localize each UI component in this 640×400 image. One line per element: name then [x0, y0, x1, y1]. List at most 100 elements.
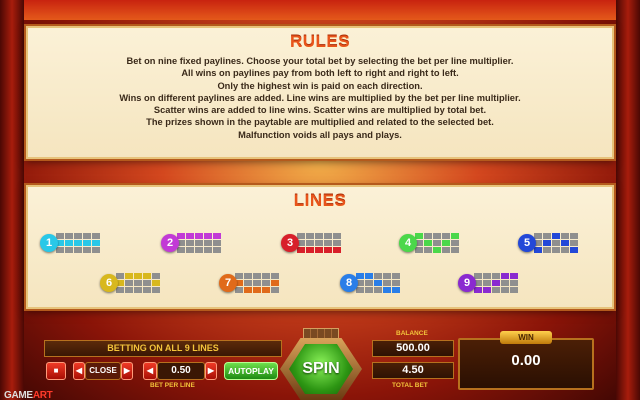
payline-cell — [186, 233, 194, 239]
payline-cell — [271, 273, 279, 279]
payline-cell — [271, 280, 279, 286]
payline-cell — [213, 233, 221, 239]
payline-cell — [315, 247, 323, 253]
payline-cell — [152, 287, 160, 293]
payline-7: 7 — [219, 273, 305, 295]
payline-cell — [56, 233, 64, 239]
payline-diagram — [177, 233, 221, 253]
payline-cell — [244, 287, 252, 293]
payline-cell — [134, 273, 142, 279]
payline-cell — [374, 273, 382, 279]
rule-line: Wins on different paylines are added. Li… — [119, 92, 521, 103]
payline-4: 4 — [399, 233, 485, 255]
payline-cell — [74, 240, 82, 246]
payline-cell — [253, 280, 261, 286]
payline-cell — [235, 287, 243, 293]
logo-text-b: ART — [32, 390, 53, 400]
payline-diagram — [116, 273, 160, 293]
payline-cell — [204, 240, 212, 246]
payline-cell — [392, 280, 400, 286]
payline-cell — [152, 273, 160, 279]
rule-line: The prizes shown in the paytable are mul… — [146, 117, 494, 128]
payline-number-badge: 3 — [281, 234, 299, 252]
payline-cell — [570, 247, 578, 253]
payline-number-badge: 9 — [458, 274, 476, 292]
payline-cell — [451, 233, 459, 239]
payline-diagram — [356, 273, 400, 293]
bet-increase-button[interactable]: ▶ — [205, 362, 217, 380]
stop-icon: ■ — [53, 366, 59, 375]
payline-cell — [204, 247, 212, 253]
payline-cell — [65, 240, 73, 246]
payline-cell — [186, 247, 194, 253]
payline-cell — [92, 247, 100, 253]
rules-panel: RULES Bet on nine fixed paylines. Choose… — [26, 26, 614, 159]
bet-decrease-button[interactable]: ◀ — [143, 362, 157, 380]
payline-cell — [116, 287, 124, 293]
payline-cell — [152, 280, 160, 286]
payline-cell — [424, 240, 432, 246]
payline-cell — [143, 287, 151, 293]
payline-cell — [383, 280, 391, 286]
close-button[interactable]: CLOSE — [85, 362, 121, 380]
rule-line: Malfunction voids all pays and plays. — [238, 129, 402, 140]
payline-number-badge: 8 — [340, 274, 358, 292]
payline-cell — [433, 240, 441, 246]
gameart-logo: GAMEART — [4, 390, 53, 400]
payline-cell — [510, 287, 518, 293]
payline-cell — [474, 287, 482, 293]
payline-cell — [333, 233, 341, 239]
payline-cell — [297, 247, 305, 253]
triangle-left-icon: ◀ — [146, 366, 154, 375]
payline-cell — [356, 273, 364, 279]
logo-text-a: GAME — [4, 390, 33, 400]
payline-cell — [415, 233, 423, 239]
payline-cell — [235, 273, 243, 279]
autoplay-button[interactable]: AUTOPLAY — [224, 362, 278, 380]
payline-cell — [186, 240, 194, 246]
payline-cell — [492, 273, 500, 279]
payline-cell — [534, 247, 542, 253]
payline-cell — [392, 273, 400, 279]
payline-cell — [244, 280, 252, 286]
payline-8: 8 — [340, 273, 426, 295]
payline-cell — [271, 287, 279, 293]
payline-cell — [125, 287, 133, 293]
payline-cell — [244, 273, 252, 279]
payline-cell — [543, 233, 551, 239]
payline-number-badge: 4 — [399, 234, 417, 252]
payline-cell — [195, 233, 203, 239]
payline-cell — [365, 273, 373, 279]
payline-cell — [253, 273, 261, 279]
payline-1: 1 — [40, 233, 126, 255]
payline-cell — [333, 240, 341, 246]
stop-button[interactable]: ■ — [46, 362, 66, 380]
payline-cell — [561, 247, 569, 253]
total-bet-caption: TOTAL BET — [392, 382, 428, 389]
win-value: 0.00 — [511, 352, 541, 369]
payline-cell — [442, 240, 450, 246]
payline-cell — [315, 233, 323, 239]
payline-cell — [552, 247, 560, 253]
payline-cell — [534, 233, 542, 239]
payline-9: 9 — [458, 273, 544, 295]
payline-cell — [195, 247, 203, 253]
payline-cell — [306, 233, 314, 239]
triangle-right-icon: ▶ — [207, 366, 215, 375]
payline-cell — [65, 233, 73, 239]
close-next-button[interactable]: ▶ — [121, 362, 133, 380]
payline-cell — [483, 287, 491, 293]
payline-cell — [134, 280, 142, 286]
payline-cell — [74, 247, 82, 253]
payline-cell — [297, 233, 305, 239]
payline-cell — [392, 287, 400, 293]
payline-3: 3 — [281, 233, 367, 255]
payline-cell — [501, 280, 509, 286]
payline-diagram — [235, 273, 279, 293]
close-prev-button[interactable]: ◀ — [73, 362, 85, 380]
payline-cell — [83, 233, 91, 239]
payline-cell — [56, 247, 64, 253]
payline-cell — [143, 273, 151, 279]
payline-cell — [365, 287, 373, 293]
rule-line: Scatter wins are added to line wins. Sca… — [153, 105, 487, 116]
